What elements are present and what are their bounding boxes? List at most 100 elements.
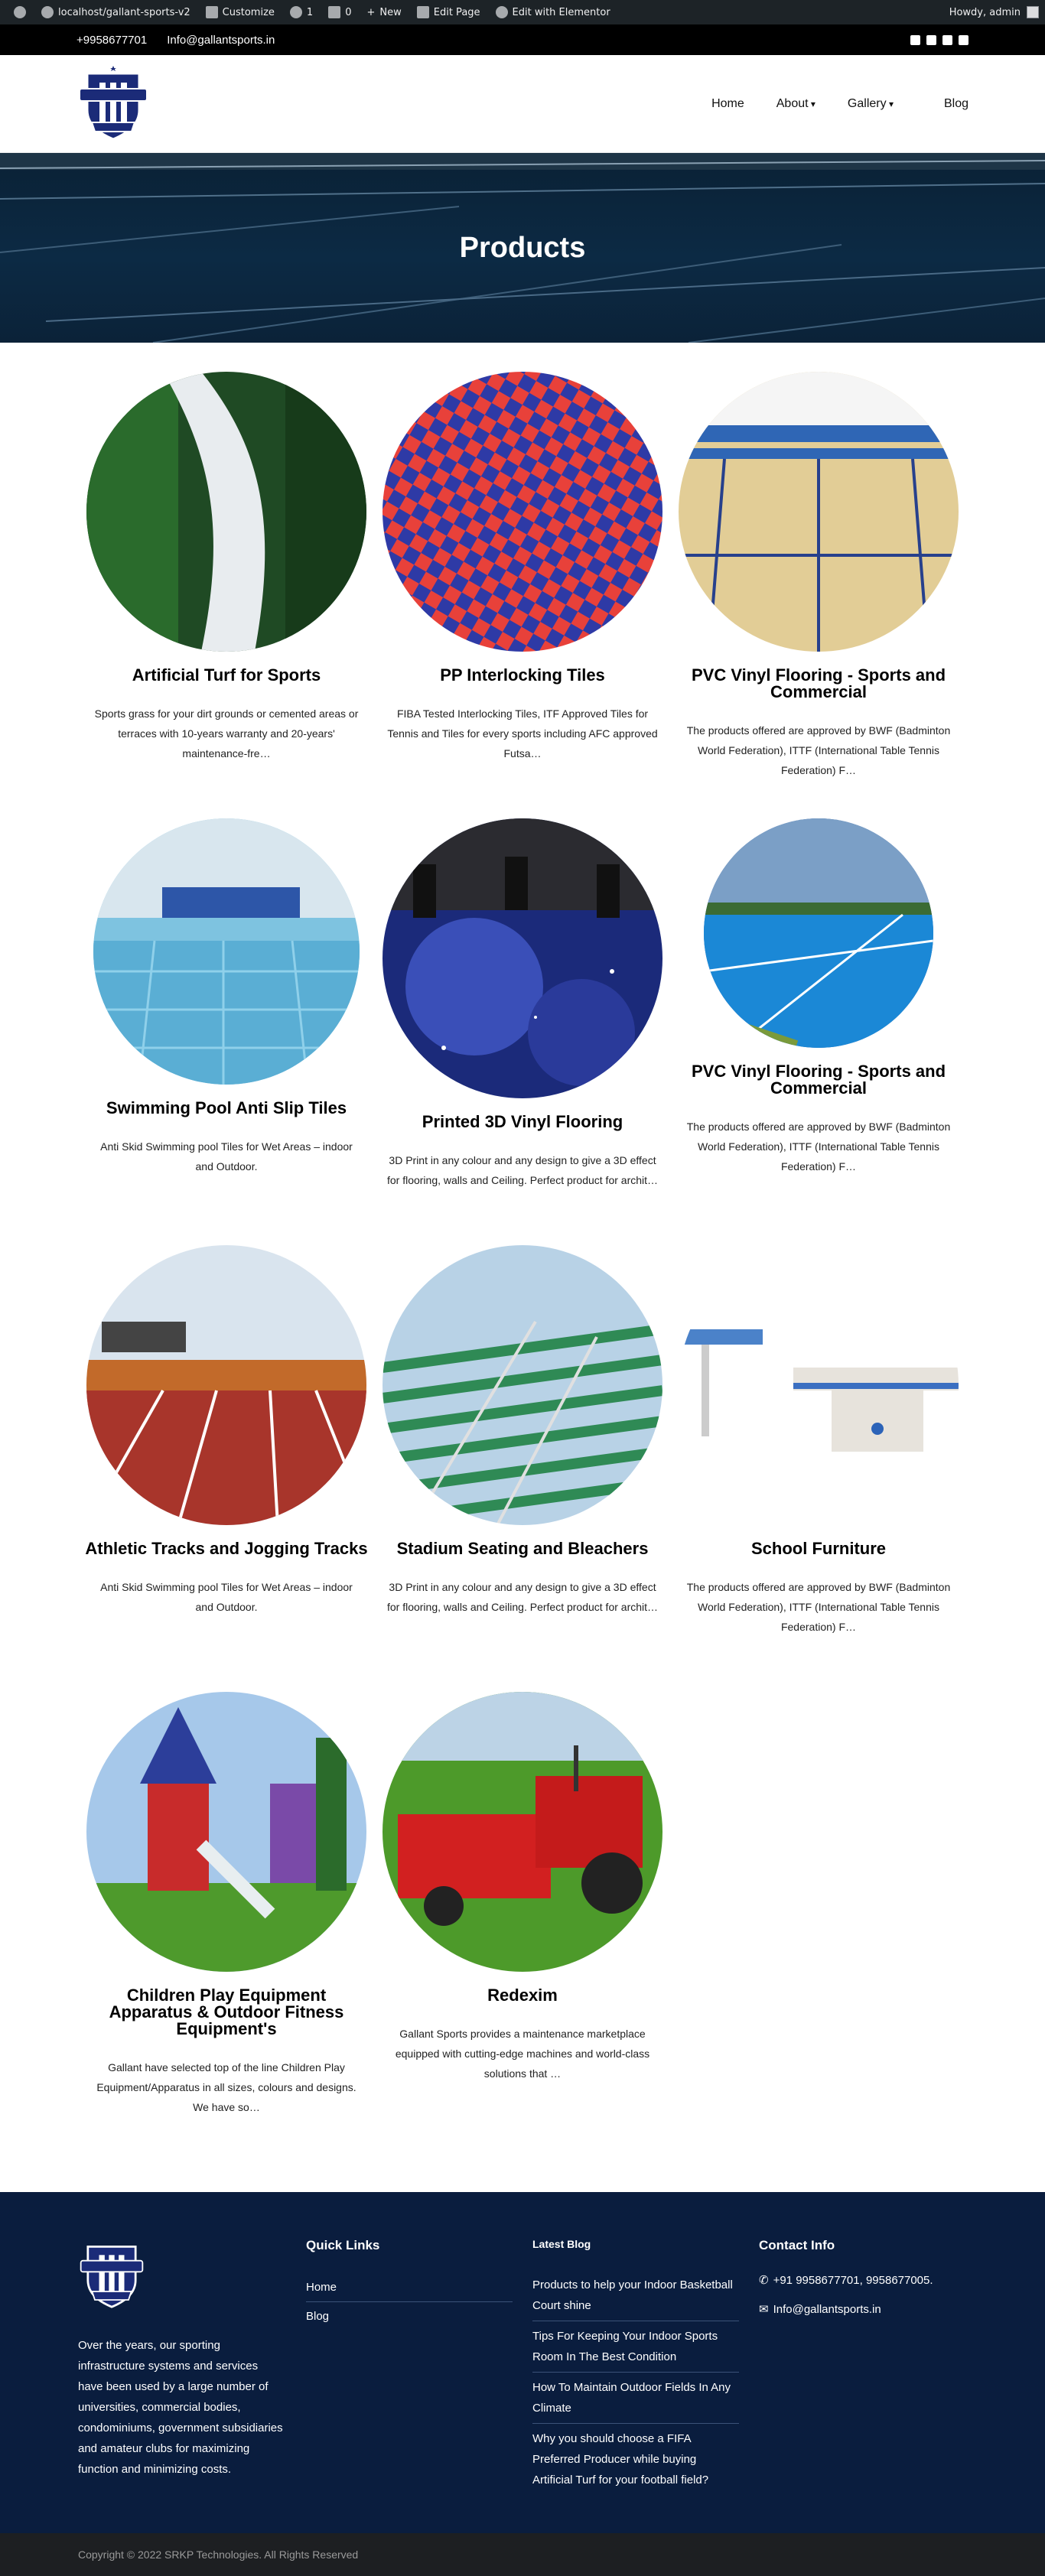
customize-link[interactable]: Customize [198, 0, 282, 24]
page-hero: Products [0, 153, 1045, 343]
footer-link-home[interactable]: Home [306, 2273, 513, 2302]
product-title[interactable]: Printed 3D Vinyl Flooring [380, 1114, 665, 1130]
product-image-pvc-court[interactable] [679, 372, 959, 652]
product-card[interactable]: Printed 3D Vinyl Flooring 3D Print in an… [380, 818, 665, 1190]
product-image-interlocking-tiles[interactable] [383, 372, 662, 652]
product-image-school-furniture[interactable] [679, 1245, 959, 1525]
product-description: FIBA Tested Interlocking Tiles, ITF Appr… [387, 707, 658, 759]
nav-blog[interactable]: Blog [944, 97, 968, 111]
contact-email-text: Info@gallantsports.in [773, 2302, 881, 2316]
footer-contact: Contact Info ✆ +91 9958677701, 9958677005… [759, 2238, 933, 2331]
home-icon [41, 6, 54, 18]
comments-count: 0 [345, 6, 352, 18]
footer-about-text: Over the years, our sporting infrastruct… [78, 2339, 283, 2476]
copyright-bar: Copyright © 2022 SRKP Technologies. All … [0, 2533, 1045, 2576]
product-card[interactable]: Athletic Tracks and Jogging Tracks Anti … [84, 1245, 369, 1617]
product-title[interactable]: School Furniture [676, 1540, 961, 1557]
contact-topbar: +9958677701 Info@gallantsports.in [0, 24, 1045, 55]
site-name-link[interactable]: localhost/gallant-sports-v2 [34, 0, 198, 24]
product-title[interactable]: Children Play Equipment Apparatus & Outd… [84, 1987, 369, 2038]
product-image-play-equipment[interactable] [86, 1692, 366, 1972]
nav-about[interactable]: About [776, 97, 815, 111]
product-image-turf[interactable] [86, 372, 366, 652]
product-description: Sports grass for your dirt grounds or ce… [94, 707, 359, 759]
site-header: Home About Gallery Blog [0, 55, 1045, 153]
linkedin-icon[interactable] [942, 34, 952, 45]
product-description: The products offered are approved by BWF… [686, 1581, 951, 1633]
wordpress-logo-button[interactable] [6, 0, 34, 24]
site-name-label: localhost/gallant-sports-v2 [58, 6, 190, 18]
edit-page-label: Edit Page [433, 6, 480, 18]
envelope-icon: ✉ [759, 2303, 769, 2316]
product-image-redexim[interactable] [383, 1692, 662, 1972]
wp-admin-bar: localhost/gallant-sports-v2 Customize 1 … [0, 0, 1045, 24]
updates-link[interactable]: 1 [282, 0, 321, 24]
nav-home[interactable]: Home [711, 97, 744, 111]
product-card[interactable]: Artificial Turf for Sports Sports grass … [84, 372, 369, 763]
footer-about: Over the years, our sporting infrastruct… [78, 2238, 285, 2480]
twitter-icon[interactable] [926, 34, 936, 45]
product-description: The products offered are approved by BWF… [686, 724, 951, 776]
elementor-label: Edit with Elementor [512, 6, 610, 18]
product-title[interactable]: Stadium Seating and Bleachers [380, 1540, 665, 1557]
product-title[interactable]: Swimming Pool Anti Slip Tiles [84, 1100, 369, 1117]
footer-quick-links: Quick Links Home Blog [306, 2238, 513, 2330]
instagram-icon[interactable] [959, 34, 968, 45]
edit-with-elementor-link[interactable]: Edit with Elementor [488, 0, 618, 24]
comment-icon [328, 6, 341, 18]
site-logo[interactable] [77, 65, 150, 142]
product-image-tennis-court[interactable] [704, 818, 933, 1048]
edit-page-link[interactable]: Edit Page [409, 0, 488, 24]
products-grid: Artificial Turf for Sports Sports grass … [0, 343, 1045, 2192]
refresh-icon [289, 6, 302, 18]
product-card[interactable]: Children Play Equipment Apparatus & Outd… [84, 1692, 369, 2117]
product-card[interactable]: Redexim Gallant Sports provides a mainte… [380, 1692, 665, 2083]
product-title[interactable]: PP Interlocking Tiles [380, 667, 665, 684]
copyright-text: Copyright © 2022 SRKP Technologies. All … [78, 2548, 359, 2561]
account-menu[interactable]: Howdy, admin [949, 6, 1039, 18]
email-link[interactable]: Info@gallantsports.in [167, 34, 275, 47]
nav-gallery[interactable]: Gallery [848, 97, 894, 111]
product-card[interactable]: Stadium Seating and Bleachers 3D Print i… [380, 1245, 665, 1617]
blog-post-link[interactable]: Why you should choose a FIFA Preferred P… [532, 2424, 739, 2495]
brush-icon [205, 6, 218, 18]
product-description: Anti Skid Swimming pool Tiles for Wet Ar… [100, 1581, 353, 1613]
product-description: 3D Print in any colour and any design to… [386, 1154, 659, 1186]
product-card[interactable]: Swimming Pool Anti Slip Tiles Anti Skid … [84, 818, 369, 1176]
latest-blog-heading: Latest Blog [532, 2238, 591, 2250]
product-card[interactable]: PVC Vinyl Flooring - Sports and Commerci… [676, 372, 961, 780]
blog-post-link[interactable]: Tips For Keeping Your Indoor Sports Room… [532, 2321, 739, 2373]
product-image-stadium-seating[interactable] [383, 1245, 662, 1525]
plus-icon: + [366, 6, 376, 18]
product-card[interactable]: PVC Vinyl Flooring - Sports and Commerci… [676, 818, 961, 1176]
product-description: Gallant Sports provides a maintenance ma… [395, 2028, 650, 2080]
phone-link[interactable]: +9958677701 [77, 34, 147, 47]
contact-phone-text: +91 9958677701, 9958677005. [773, 2273, 933, 2287]
avatar [1027, 6, 1039, 18]
product-image-3d-vinyl[interactable] [383, 818, 662, 1098]
phone-icon: ✆ [759, 2274, 769, 2287]
product-image-pool-tiles[interactable] [93, 818, 360, 1085]
product-title[interactable]: PVC Vinyl Flooring - Sports and Commerci… [676, 1063, 961, 1097]
product-card[interactable]: PP Interlocking Tiles FIBA Tested Interl… [380, 372, 665, 763]
product-title[interactable]: PVC Vinyl Flooring - Sports and Commerci… [676, 667, 961, 701]
contact-phone[interactable]: ✆ +91 9958677701, 9958677005. [759, 2273, 933, 2288]
facebook-icon[interactable] [910, 34, 920, 45]
contact-heading: Contact Info [759, 2238, 835, 2252]
product-title[interactable]: Redexim [380, 1987, 665, 2004]
elementor-icon [495, 6, 508, 18]
footer-link-blog[interactable]: Blog [306, 2302, 513, 2330]
product-title[interactable]: Artificial Turf for Sports [84, 667, 369, 684]
product-description: Anti Skid Swimming pool Tiles for Wet Ar… [100, 1140, 353, 1173]
product-image-athletic-track[interactable] [86, 1245, 366, 1525]
blog-post-link[interactable]: Products to help your Indoor Basketball … [532, 2270, 739, 2321]
product-card[interactable]: School Furniture The products offered ar… [676, 1245, 961, 1637]
product-description: 3D Print in any colour and any design to… [386, 1581, 659, 1613]
new-content-link[interactable]: + New [359, 0, 409, 24]
contact-email[interactable]: ✉ Info@gallantsports.in [759, 2302, 933, 2317]
product-title[interactable]: Athletic Tracks and Jogging Tracks [84, 1540, 369, 1557]
footer-logo[interactable] [78, 2238, 285, 2315]
blog-post-link[interactable]: How To Maintain Outdoor Fields In Any Cl… [532, 2373, 739, 2424]
customize-label: Customize [222, 6, 275, 18]
comments-link[interactable]: 0 [321, 0, 359, 24]
